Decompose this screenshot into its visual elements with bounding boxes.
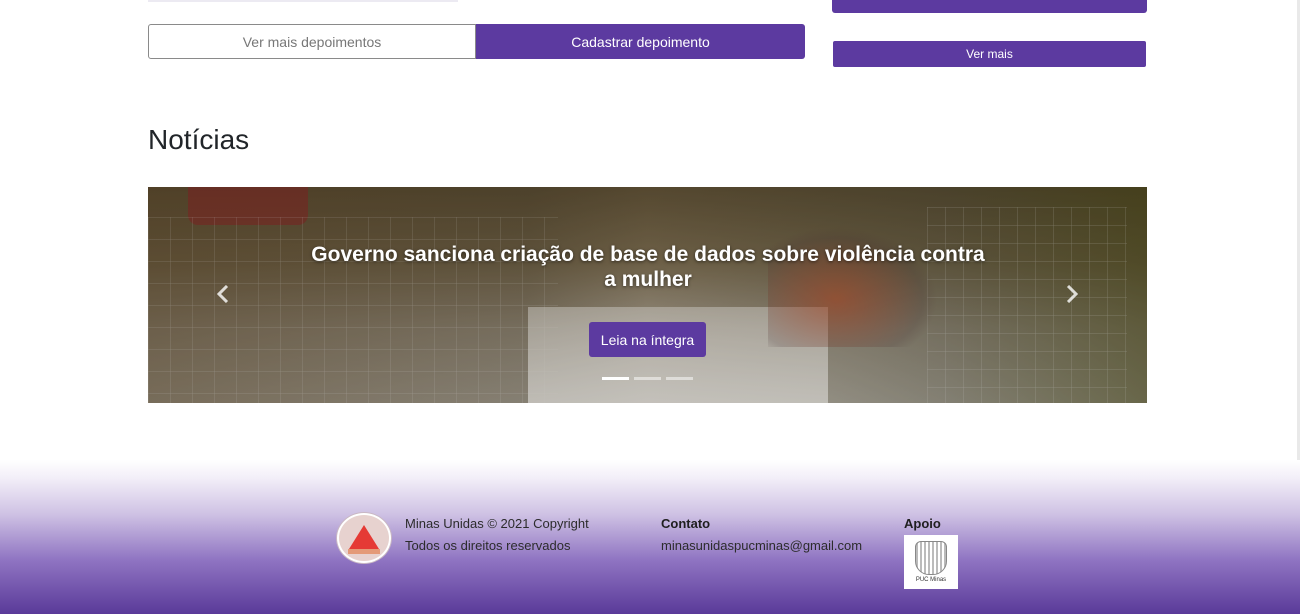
footer-contact-heading: Contato xyxy=(661,516,711,531)
see-more-button[interactable]: Ver mais xyxy=(833,41,1146,67)
footer-copyright-block: Minas Unidas © 2021 Copyright Todos os d… xyxy=(405,513,589,557)
side-panel-button-edge[interactable] xyxy=(832,0,1147,13)
news-section-title: Notícias xyxy=(148,124,250,155)
footer-support-block: Apoio xyxy=(904,513,941,535)
footer-copyright: Minas Unidas © 2021 Copyright xyxy=(405,516,589,531)
news-carousel: Governo sanciona criação de base de dado… xyxy=(148,187,1147,403)
puc-minas-logo: PUC Minas xyxy=(904,535,958,589)
footer-contact-block: Contato minasunidaspucminas@gmail.com xyxy=(661,513,862,557)
carousel-headline: Governo sanciona criação de base de dado… xyxy=(311,243,985,291)
read-full-article-button[interactable]: Leia na íntegra xyxy=(589,322,706,357)
carousel-indicators xyxy=(602,377,693,380)
puc-logo-text: PUC Minas xyxy=(915,577,947,583)
logo-base xyxy=(348,549,380,554)
minas-unidas-logo xyxy=(337,513,391,563)
chevron-right-icon[interactable] xyxy=(1061,283,1083,305)
puc-emblem-icon xyxy=(915,541,947,575)
footer: Minas Unidas © 2021 Copyright Todos os d… xyxy=(0,460,1300,614)
testimonial-card-edge xyxy=(148,0,458,2)
footer-rights: Todos os direitos reservados xyxy=(405,538,571,553)
logo-triangle-icon xyxy=(349,525,379,549)
carousel-indicator-2[interactable] xyxy=(634,377,661,380)
footer-contact-email[interactable]: minasunidaspucminas@gmail.com xyxy=(661,535,862,557)
footer-support-heading: Apoio xyxy=(904,516,941,531)
more-testimonials-button[interactable]: Ver mais depoimentos xyxy=(148,24,476,59)
carousel-overlay xyxy=(148,187,1147,403)
carousel-indicator-1[interactable] xyxy=(602,377,629,380)
testimonial-actions: Ver mais depoimentos Cadastrar depoiment… xyxy=(148,24,805,59)
carousel-indicator-3[interactable] xyxy=(666,377,693,380)
chevron-left-icon[interactable] xyxy=(212,283,234,305)
register-testimonial-button[interactable]: Cadastrar depoimento xyxy=(476,24,805,59)
